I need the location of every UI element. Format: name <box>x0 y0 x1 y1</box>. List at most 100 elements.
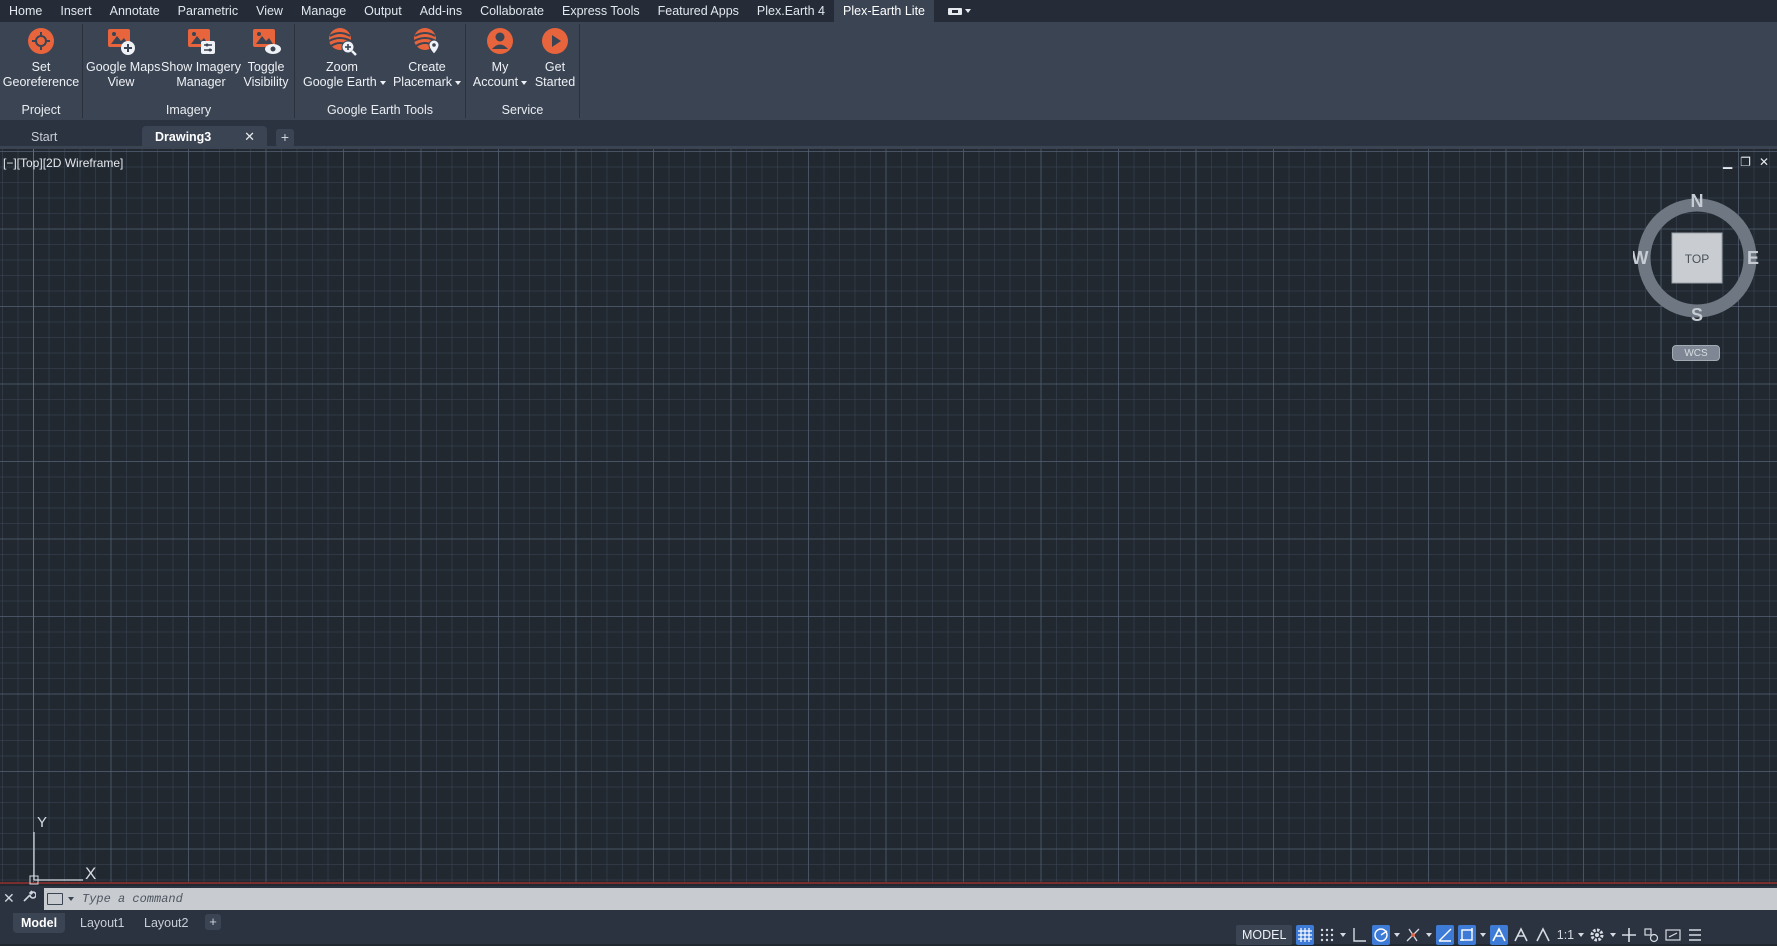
tab-plex-earth-lite[interactable]: Plex-Earth Lite <box>834 0 934 22</box>
ucs-x-label: X <box>85 864 96 883</box>
tab-collaborate[interactable]: Collaborate <box>471 0 553 22</box>
customize-menu-icon[interactable] <box>1686 925 1704 945</box>
close-icon[interactable]: ✕ <box>244 126 255 148</box>
annotation-visibility-icon[interactable] <box>1490 925 1509 945</box>
doc-tab-start[interactable]: Start <box>0 126 142 148</box>
tab-manage[interactable]: Manage <box>292 0 355 22</box>
tab-featured-apps[interactable]: Featured Apps <box>649 0 748 22</box>
tab-annotate[interactable]: Annotate <box>101 0 169 22</box>
play-icon <box>540 26 570 56</box>
create-placemark-button[interactable]: Create Placemark <box>391 26 463 90</box>
get-started-button[interactable]: Get Started <box>532 26 578 90</box>
chevron-down-icon[interactable] <box>455 80 462 85</box>
fullscreen-icon[interactable] <box>1664 925 1682 945</box>
isolate-objects-icon[interactable] <box>1642 925 1660 945</box>
gear-icon[interactable] <box>1588 925 1606 945</box>
set-georeference-label: Set Georeference <box>2 60 80 89</box>
show-imagery-manager-button[interactable]: Show Imagery Manager <box>161 26 241 90</box>
create-placemark-label: Create Placemark <box>391 60 463 90</box>
ucs-icon: Y X <box>25 810 105 885</box>
chevron-down-icon[interactable] <box>1394 933 1401 937</box>
auto-scale-icon[interactable] <box>1512 925 1530 945</box>
group-title-service: Service <box>501 103 544 117</box>
chevron-down-icon[interactable] <box>379 80 386 85</box>
compass-south[interactable]: S <box>1691 305 1703 325</box>
group-divider <box>579 24 580 118</box>
minimize-icon[interactable]: ▁ <box>1723 156 1732 168</box>
new-tab-button[interactable]: + <box>276 129 294 147</box>
layout-tab-layout1[interactable]: Layout1 <box>72 913 132 933</box>
y-axis-line <box>33 149 34 884</box>
compass-west[interactable]: W <box>1632 248 1649 268</box>
x-axis-line <box>0 882 1777 884</box>
tab-add-ins[interactable]: Add-ins <box>411 0 471 22</box>
grid-icon[interactable] <box>1296 925 1315 945</box>
tab-express-tools[interactable]: Express Tools <box>553 0 649 22</box>
doc-tab-drawing3[interactable]: Drawing3 ✕ <box>142 126 267 148</box>
object-snap-icon[interactable] <box>1458 925 1477 945</box>
get-started-label: Get Started <box>534 60 576 89</box>
toggle-visibility-button[interactable]: Toggle Visibility <box>240 26 292 90</box>
layout-tab-layout2[interactable]: Layout2 <box>136 913 196 933</box>
my-account-label: My Account <box>471 60 529 90</box>
ribbon-panel: Set Georeference Project Google Maps Vie… <box>0 22 1777 120</box>
command-input-wrap <box>44 888 1777 910</box>
ucs-y-label: Y <box>37 814 47 831</box>
chevron-down-icon[interactable] <box>1578 933 1585 937</box>
scale-selector[interactable]: 1:1 <box>1556 925 1574 945</box>
group-google-earth-tools: Zoom Google Earth Create Placemark Googl… <box>295 22 465 120</box>
wrench-icon[interactable] <box>22 889 37 906</box>
object-snap-tracking-icon[interactable] <box>1436 925 1455 945</box>
panel-toggle-icon <box>948 7 962 15</box>
command-line: ✕ <box>0 886 1777 912</box>
snap-icon[interactable] <box>1318 925 1336 945</box>
chevron-down-icon[interactable] <box>1340 933 1347 937</box>
drawing-viewport[interactable]: [−][Top][2D Wireframe] ▁ ❐ ✕ <box>0 149 1777 884</box>
group-title-project: Project <box>21 103 61 117</box>
restore-icon[interactable]: ❐ <box>1740 156 1751 168</box>
google-maps-view-button[interactable]: Google Maps View <box>86 26 160 90</box>
annotation-scale-icon[interactable] <box>1534 925 1552 945</box>
plus-icon[interactable] <box>1620 925 1638 945</box>
compass-north[interactable]: N <box>1691 191 1704 211</box>
wcs-label: WCS <box>1684 348 1708 359</box>
zoom-google-earth-button[interactable]: Zoom Google Earth <box>303 26 386 90</box>
chevron-down-icon[interactable] <box>1610 933 1617 937</box>
doc-tab-drawing3-label: Drawing3 <box>155 130 212 144</box>
group-title-google-earth-tools: Google Earth Tools <box>326 103 434 117</box>
tab-plex-earth-4[interactable]: Plex.Earth 4 <box>748 0 834 22</box>
isodraft-icon[interactable] <box>1404 925 1422 945</box>
command-input[interactable] <box>80 888 1762 910</box>
chevron-down-icon[interactable] <box>521 80 528 85</box>
chevron-down-icon <box>965 9 971 13</box>
my-account-button[interactable]: My Account <box>471 26 529 90</box>
model-space-button[interactable]: MODEL <box>1236 925 1293 945</box>
tab-view[interactable]: View <box>247 0 292 22</box>
ortho-icon[interactable] <box>1350 925 1368 945</box>
polar-tracking-icon[interactable] <box>1372 925 1391 945</box>
status-tools: MODEL 1:1 <box>1236 924 1704 946</box>
tab-home[interactable]: Home <box>0 0 51 22</box>
close-icon[interactable]: ✕ <box>3 890 15 907</box>
chevron-down-icon[interactable] <box>68 897 74 901</box>
command-history-icon[interactable] <box>47 893 63 905</box>
zoom-google-earth-label: Zoom Google Earth <box>303 60 386 90</box>
group-project: Set Georeference Project <box>0 22 82 120</box>
tab-insert[interactable]: Insert <box>51 0 100 22</box>
close-icon[interactable]: ✕ <box>1759 156 1769 168</box>
tab-output[interactable]: Output <box>355 0 411 22</box>
tab-parametric[interactable]: Parametric <box>169 0 247 22</box>
viewcube-face-top[interactable]: TOP <box>1685 252 1709 266</box>
wcs-menu-button[interactable]: WCS <box>1672 345 1720 361</box>
compass-east[interactable]: E <box>1747 248 1759 268</box>
group-imagery: Google Maps View Show Imagery Manager To… <box>83 22 294 120</box>
ribbon-tab-bar: Home Insert Annotate Parametric View Man… <box>0 0 1777 22</box>
set-georeference-button[interactable]: Set Georeference <box>0 26 82 90</box>
chevron-down-icon[interactable] <box>1480 933 1487 937</box>
viewcube[interactable]: TOP N S E W <box>1632 191 1761 325</box>
chevron-down-icon[interactable] <box>1426 933 1433 937</box>
layout-tab-model[interactable]: Model <box>13 913 66 933</box>
viewport-controls-label[interactable]: [−][Top][2D Wireframe] <box>3 156 123 170</box>
new-layout-button[interactable]: + <box>205 914 221 930</box>
ribbon-display-toggle[interactable] <box>948 7 971 15</box>
